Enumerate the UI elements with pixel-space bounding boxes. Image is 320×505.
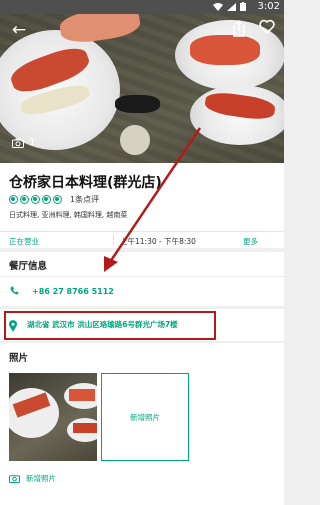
phone-number[interactable]: +86 27 8766 5112 [32, 287, 114, 296]
add-photo-tile[interactable]: 新增照片 [101, 373, 189, 461]
phone-row[interactable]: +86 27 8766 5112 [0, 276, 284, 306]
wifi-icon [213, 2, 223, 11]
hero-toolbar: ← [0, 14, 284, 46]
more-hours-link[interactable]: 更多 [243, 236, 258, 247]
review-count[interactable]: 1条点评 [70, 194, 99, 205]
opening-hours: 上午11:30 - 下午8:30 [120, 237, 196, 246]
add-photo-link-label: 新增照片 [26, 474, 56, 483]
section-title: 照片 [9, 353, 29, 364]
address-row[interactable]: 湖北省 武汉市 洪山区珞瑜路6号群光广场7楼 [0, 308, 284, 341]
status-bar: 3:02 [0, 0, 284, 14]
cuisine-list: 日式料理, 亚洲料理, 韩国料理, 越南菜 [9, 211, 128, 219]
maki-rolls [115, 95, 160, 113]
photo-count[interactable]: 1 [12, 137, 35, 148]
add-photo-link[interactable]: 新增照片 [9, 473, 56, 484]
rating-bubble [9, 195, 18, 204]
rating-bubble [20, 195, 29, 204]
clock: 3:02 [257, 1, 280, 12]
divider [113, 235, 114, 245]
thumb-food [73, 423, 97, 433]
hero-photo[interactable]: ← 1 [0, 0, 284, 163]
phone-icon [10, 286, 19, 298]
restaurant-info-header: 餐厅信息 [0, 252, 284, 276]
restaurant-header: 仓桥家日本料理(群光店) 1条点评 日式料理, 亚洲料理, 韩国料理, 越南菜 … [0, 163, 284, 248]
back-arrow-icon[interactable]: ← [8, 20, 30, 42]
signal-icon [227, 2, 236, 11]
map-pin-icon [8, 317, 18, 336]
address-text[interactable]: 湖北省 武汉市 洪山区珞瑜路6号群光广场7楼 [27, 319, 178, 330]
camera-icon [12, 138, 24, 148]
photo-count-value: 1 [29, 137, 36, 148]
add-photo-tile-label: 新增照片 [130, 413, 160, 422]
rating-bubble [42, 195, 51, 204]
share-icon[interactable] [232, 19, 252, 42]
camera-icon [9, 475, 20, 483]
battery-icon [240, 2, 246, 11]
section-title: 餐厅信息 [9, 261, 48, 272]
heart-icon[interactable] [256, 19, 278, 41]
restaurant-name: 仓桥家日本料理(群光店) [9, 175, 162, 191]
hours-row: 正在营业 上午11:30 - 下午8:30 更多 [0, 231, 284, 248]
thumb-food [69, 389, 95, 401]
sauce-dish [120, 125, 150, 155]
photo-thumbnail[interactable] [9, 373, 97, 461]
photos-section: 照片 新增照片 新增照片 [0, 343, 284, 505]
rating-bubble [53, 195, 62, 204]
open-status: 正在营业 [9, 237, 39, 246]
rating-bubble [31, 195, 40, 204]
rating-row[interactable]: 1条点评 [9, 194, 99, 205]
